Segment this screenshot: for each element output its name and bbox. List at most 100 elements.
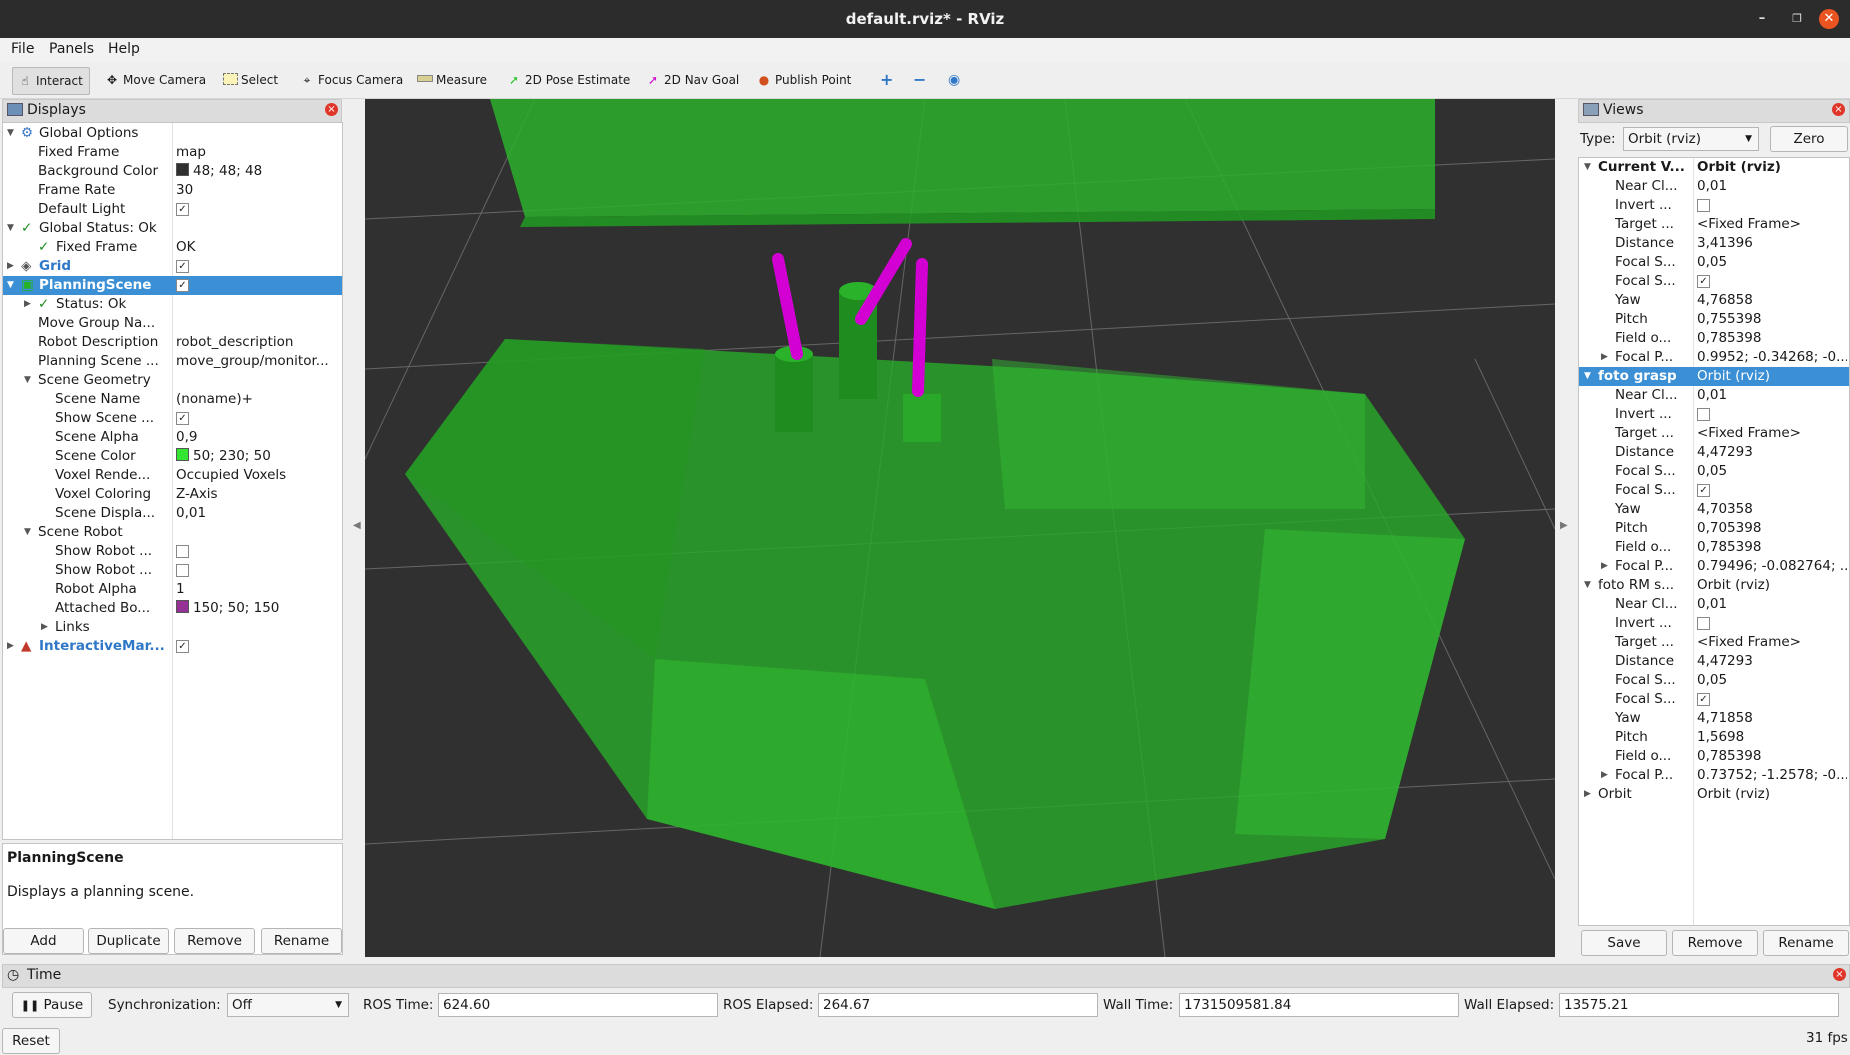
tool-interact[interactable]: ☝ Interact [12,67,90,95]
sync-select[interactable]: Off ▼ [227,993,349,1017]
pause-button[interactable]: ❚❚ Pause [12,992,92,1018]
displays-row-grid[interactable]: ▶ ◈ Grid ✓ [3,257,342,276]
views-property-value[interactable]: 0,785398 [1697,329,1847,348]
displays-row-voxel-coloring[interactable]: Voxel Coloring Z-Axis [3,485,342,504]
displays-row-show-robot[interactable]: Show Robot ... [3,542,342,561]
views-row-yaw[interactable]: Yaw 4,71858 [1579,709,1849,728]
views-property-value[interactable]: Orbit (rviz) [1697,158,1847,177]
views-property-value[interactable]: 0,785398 [1697,747,1847,766]
displays-row-robot-description[interactable]: Robot Description robot_description [3,333,342,352]
displays-row-scene-name[interactable]: Scene Name (noname)+ [3,390,342,409]
views-row-focal-p[interactable]: ▶ Focal P... 0.9952; -0.34268; -0... [1579,348,1849,367]
3d-viewport[interactable] [365,99,1555,957]
views-row-target[interactable]: Target ... <Fixed Frame> [1579,633,1849,652]
displays-row-scene-alpha[interactable]: Scene Alpha 0,9 [3,428,342,447]
maximize-icon[interactable]: ❐ [1788,10,1806,28]
expand-arrow-down-icon[interactable]: ▼ [7,219,14,238]
tool-publish-point[interactable]: ● Publish Point [752,67,857,93]
ros-time-field[interactable]: 624.60 [438,993,718,1017]
views-row-pitch[interactable]: Pitch 1,5698 [1579,728,1849,747]
minimize-icon[interactable]: – [1753,10,1771,28]
expand-arrow-right-icon[interactable]: ▶ [7,637,14,656]
views-property-value[interactable]: <Fixed Frame> [1697,215,1847,234]
views-row-distance[interactable]: Distance 3,41396 [1579,234,1849,253]
views-row-focal-s[interactable]: Focal S... ✓ [1579,481,1849,500]
tool-move-camera[interactable]: ✥ Move Camera [100,67,212,93]
views-row-invert[interactable]: Invert ... [1579,614,1849,633]
add-display-button[interactable]: Add [3,928,84,954]
unchecked-checkbox[interactable] [1697,407,1710,421]
close-views-icon[interactable]: × [1832,103,1845,116]
views-property-value[interactable]: 4,71858 [1697,709,1847,728]
views-row-focal-s[interactable]: Focal S... ✓ [1579,272,1849,291]
views-property-value[interactable]: 0.73752; -1.2578; -0.... [1697,766,1847,785]
displays-property-value[interactable]: 30 [176,181,340,200]
displays-row-background-color[interactable]: Background Color 48; 48; 48 [3,162,342,181]
views-property-value[interactable]: ✓ [1697,272,1847,291]
reset-button[interactable]: Reset [2,1028,60,1054]
views-property-value[interactable]: 0,01 [1697,595,1847,614]
views-property-value[interactable]: Orbit (rviz) [1697,367,1847,386]
views-row-field-o[interactable]: Field o... 0,785398 [1579,329,1849,348]
views-property-value[interactable]: 0.9952; -0.34268; -0... [1697,348,1847,367]
expand-arrow-down-icon[interactable]: ▼ [24,523,31,542]
views-row-focal-s[interactable]: Focal S... 0,05 [1579,462,1849,481]
views-row-focal-p[interactable]: ▶ Focal P... 0.79496; -0.082764; ... [1579,557,1849,576]
displays-row-interactivemar[interactable]: ▶ ▲ InteractiveMar... ✓ [3,637,342,656]
displays-property-value[interactable]: 150; 50; 150 [176,599,340,618]
views-property-value[interactable]: Orbit (rviz) [1697,576,1847,595]
views-row-orbit[interactable]: ▶ Orbit Orbit (rviz) [1579,785,1849,804]
expand-arrow-down-icon[interactable]: ▼ [7,276,14,295]
displays-row-planning-scene[interactable]: Planning Scene ... move_group/monitor... [3,352,342,371]
expand-arrow-right-icon[interactable]: ▶ [24,295,31,314]
views-tree[interactable]: ▼ Current V... Orbit (rviz) Near Cl... 0,01 I… [1578,157,1850,926]
unchecked-checkbox[interactable] [1697,616,1710,630]
checked-checkbox[interactable]: ✓ [1697,692,1710,706]
views-row-distance[interactable]: Distance 4,47293 [1579,443,1849,462]
views-row-invert[interactable]: Invert ... [1579,405,1849,424]
zero-view-button[interactable]: Zero [1770,126,1848,152]
views-property-value[interactable]: 0,755398 [1697,310,1847,329]
displays-property-value[interactable]: Z-Axis [176,485,340,504]
views-row-target[interactable]: Target ... <Fixed Frame> [1579,424,1849,443]
expand-arrow-right-icon[interactable]: ▶ [1601,557,1608,576]
displays-row-fixed-frame[interactable]: ✓ Fixed Frame OK [3,238,342,257]
rename-view-button[interactable]: Rename [1763,930,1849,956]
unchecked-checkbox[interactable] [176,544,189,558]
displays-row-links[interactable]: ▶ Links [3,618,342,637]
color-swatch[interactable] [176,600,189,613]
views-row-current-v[interactable]: ▼ Current V... Orbit (rviz) [1579,158,1849,177]
displays-property-value[interactable]: ✓ [176,637,340,656]
checked-checkbox[interactable]: ✓ [176,639,189,653]
views-property-value[interactable]: 0,05 [1697,462,1847,481]
views-property-value[interactable]: 0,785398 [1697,538,1847,557]
displays-row-scene-displa[interactable]: Scene Displa... 0,01 [3,504,342,523]
expand-arrow-right-icon[interactable]: ▶ [1584,785,1591,804]
color-swatch[interactable] [176,163,189,176]
right-splitter-handle-icon[interactable]: ▶ [1560,520,1568,531]
views-row-focal-s[interactable]: Focal S... ✓ [1579,690,1849,709]
expand-arrow-down-icon[interactable]: ▼ [1584,367,1591,386]
tool-measure[interactable]: Measure [413,67,493,93]
views-property-value[interactable]: <Fixed Frame> [1697,424,1847,443]
displays-property-value[interactable]: (noname)+ [176,390,340,409]
rename-display-button[interactable]: Rename [261,928,342,954]
remove-display-button[interactable]: Remove [174,928,255,954]
close-time-icon[interactable]: × [1833,968,1846,981]
checked-checkbox[interactable]: ✓ [1697,483,1710,497]
menu-help[interactable]: Help [108,41,140,57]
checked-checkbox[interactable]: ✓ [176,278,189,292]
expand-arrow-right-icon[interactable]: ▶ [1601,348,1608,367]
close-window-icon[interactable]: ✕ [1819,9,1839,29]
displays-property-value[interactable]: map [176,143,340,162]
views-property-value[interactable]: 0,05 [1697,671,1847,690]
expand-arrow-down-icon[interactable]: ▼ [7,124,14,143]
tool-focus-camera[interactable]: ⌖ Focus Camera [295,67,409,93]
unchecked-checkbox[interactable] [176,563,189,577]
views-property-value[interactable]: 4,76858 [1697,291,1847,310]
views-row-pitch[interactable]: Pitch 0,705398 [1579,519,1849,538]
views-property-value[interactable]: 0,05 [1697,253,1847,272]
checked-checkbox[interactable]: ✓ [176,202,189,216]
views-property-value[interactable]: 4,47293 [1697,443,1847,462]
expand-arrow-right-icon[interactable]: ▶ [41,618,48,637]
